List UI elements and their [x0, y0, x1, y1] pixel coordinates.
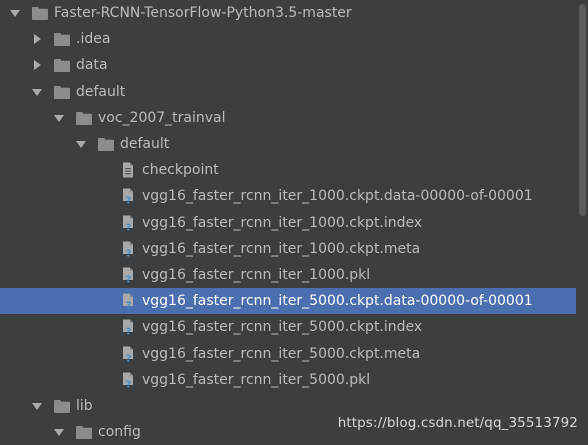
svg-text:?: ?: [126, 379, 132, 388]
tree-item-label: vgg16_faster_rcnn_iter_5000.ckpt.meta: [142, 345, 421, 362]
watermark: https://blog.csdn.net/qq_35513792: [337, 415, 578, 431]
tree-item-label: checkpoint: [142, 162, 219, 179]
svg-text:?: ?: [126, 222, 132, 231]
arrow-spacer: [97, 243, 109, 255]
tree-file-row[interactable]: ? vgg16_faster_rcnn_iter_1000.ckpt.index: [0, 210, 576, 236]
arrow-spacer: [97, 348, 109, 360]
tree-item-label: Faster-RCNN-TensorFlow-Python3.5-master: [54, 5, 352, 22]
tree-file-row[interactable]: ? vgg16_faster_rcnn_iter_1000.ckpt.meta: [0, 236, 576, 262]
arrow-spacer: [97, 164, 109, 176]
expand-arrow-down-icon[interactable]: [53, 112, 65, 124]
unknown-file-icon: ?: [119, 319, 137, 335]
unknown-file-icon: ?: [119, 293, 137, 309]
svg-text:?: ?: [126, 327, 132, 336]
tree-file-row[interactable]: checkpoint: [0, 157, 576, 183]
svg-text:?: ?: [126, 248, 132, 257]
tree-item-label: data: [76, 57, 108, 74]
tree-item-label: voc_2007_trainval: [98, 109, 226, 126]
folder-icon: [31, 5, 49, 21]
arrow-spacer: [97, 217, 109, 229]
tree-folder-row[interactable]: default: [0, 79, 576, 105]
folder-icon: [75, 110, 93, 126]
tree-item-label: default: [76, 83, 126, 100]
tree-file-row[interactable]: ? vgg16_faster_rcnn_iter_5000.ckpt.data-0…: [0, 288, 576, 315]
svg-text:?: ?: [126, 353, 132, 362]
tree-file-row[interactable]: ? vgg16_faster_rcnn_iter_1000.ckpt.data-0…: [0, 183, 576, 209]
tree-file-row[interactable]: ? vgg16_faster_rcnn_iter_5000.ckpt.index: [0, 314, 576, 340]
tree-folder-row[interactable]: default: [0, 131, 576, 157]
vertical-scrollbar[interactable]: [576, 0, 588, 443]
folder-icon: [53, 31, 71, 47]
expand-arrow-down-icon[interactable]: [31, 86, 43, 98]
expand-arrow-right-icon[interactable]: [31, 33, 43, 45]
folder-icon: [97, 136, 115, 152]
unknown-file-icon: ?: [119, 267, 137, 283]
expand-arrow-down-icon[interactable]: [31, 400, 43, 412]
tree-item-label: .idea: [76, 31, 111, 48]
tree-item-label: lib: [76, 397, 93, 414]
unknown-file-icon: ?: [119, 215, 137, 231]
arrow-spacer: [97, 374, 109, 386]
expand-arrow-right-icon[interactable]: [31, 59, 43, 71]
unknown-file-icon: ?: [119, 372, 137, 388]
tree-folder-row[interactable]: .idea: [0, 26, 576, 52]
folder-icon: [53, 57, 71, 73]
unknown-file-icon: ?: [119, 188, 137, 204]
arrow-spacer: [97, 190, 109, 202]
tree-item-label: vgg16_faster_rcnn_iter_1000.ckpt.data-00…: [142, 188, 533, 205]
tree-file-row[interactable]: ? vgg16_faster_rcnn_iter_1000.pkl: [0, 262, 576, 288]
tree-folder-row[interactable]: data: [0, 52, 576, 78]
tree-item-label: vgg16_faster_rcnn_iter_5000.ckpt.index: [142, 319, 423, 336]
svg-text:?: ?: [126, 196, 132, 205]
tree-item-label: default: [120, 136, 170, 153]
tree-item-label: config: [98, 424, 141, 441]
unknown-file-icon: ?: [119, 241, 137, 257]
tree-folder-row[interactable]: voc_2007_trainval: [0, 105, 576, 131]
svg-text:?: ?: [126, 274, 132, 283]
tree-item-label: vgg16_faster_rcnn_iter_1000.ckpt.index: [142, 214, 423, 231]
tree-folder-row[interactable]: Faster-RCNN-TensorFlow-Python3.5-master: [0, 0, 576, 26]
expand-arrow-down-icon[interactable]: [75, 138, 87, 150]
expand-arrow-down-icon[interactable]: [53, 426, 65, 438]
arrow-spacer: [97, 321, 109, 333]
arrow-spacer: [97, 295, 109, 307]
project-tree: Faster-RCNN-TensorFlow-Python3.5-master.…: [0, 0, 576, 445]
folder-icon: [53, 84, 71, 100]
tree-file-row[interactable]: ? vgg16_faster_rcnn_iter_5000.ckpt.meta: [0, 340, 576, 366]
expand-arrow-down-icon[interactable]: [9, 7, 21, 19]
tree-item-label: vgg16_faster_rcnn_iter_5000.ckpt.data-00…: [142, 293, 533, 310]
folder-icon: [75, 424, 93, 440]
arrow-spacer: [97, 269, 109, 281]
folder-icon: [53, 398, 71, 414]
unknown-file-icon: ?: [119, 346, 137, 362]
tree-item-label: vgg16_faster_rcnn_iter_1000.ckpt.meta: [142, 240, 421, 257]
tree-item-label: vgg16_faster_rcnn_iter_1000.pkl: [142, 266, 371, 283]
text-file-icon: [119, 162, 137, 178]
tree-item-label: vgg16_faster_rcnn_iter_5000.pkl: [142, 371, 371, 388]
svg-text:?: ?: [126, 301, 132, 310]
scrollbar-thumb[interactable]: [579, 4, 586, 216]
tree-file-row[interactable]: ? vgg16_faster_rcnn_iter_5000.pkl: [0, 367, 576, 393]
